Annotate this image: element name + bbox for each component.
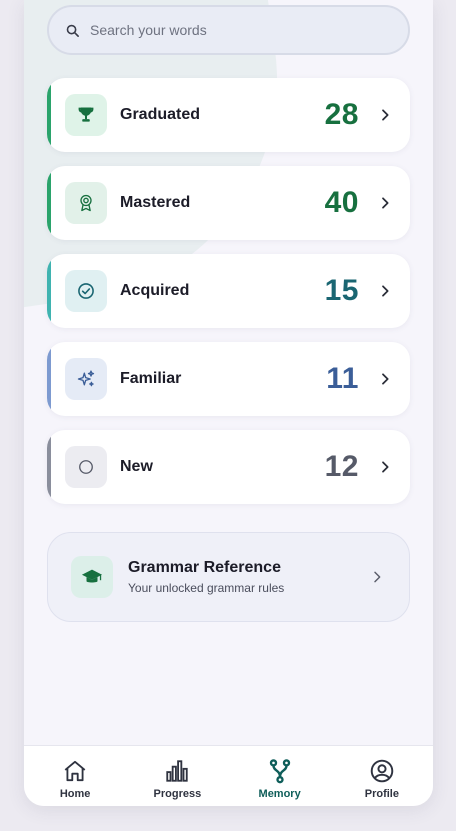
category-count: 11: [326, 362, 359, 395]
icon-box: [65, 182, 107, 224]
icon-box: [71, 556, 113, 598]
category-label: Acquired: [120, 282, 190, 299]
accent-bar: [47, 342, 51, 416]
accent-bar: [47, 254, 51, 328]
grammar-reference-card[interactable]: Grammar Reference Your unlocked grammar …: [47, 532, 410, 622]
accent-bar: [47, 166, 51, 240]
icon-box: [65, 446, 107, 488]
search-input[interactable]: [90, 22, 390, 38]
tab-label: Progress: [153, 788, 202, 800]
chevron-right-icon: [382, 373, 389, 385]
check-circle-icon: [78, 283, 94, 299]
icon-box: [65, 358, 107, 400]
category-card-graduated[interactable]: Graduated 28: [47, 78, 410, 152]
grammar-text: Grammar Reference Your unlocked grammar …: [128, 559, 369, 595]
trophy-icon: [78, 107, 94, 122]
bottom-nav: Home Progress Memory Profile: [24, 745, 433, 806]
accent-bar: [47, 430, 51, 504]
category-count: 15: [324, 274, 359, 307]
category-label: New: [120, 458, 153, 475]
sparkles-icon: [77, 370, 95, 387]
search-bar[interactable]: [47, 5, 410, 55]
category-card-familiar[interactable]: Familiar 11: [47, 342, 410, 416]
tab-memory[interactable]: Memory: [229, 746, 331, 806]
memory-branch-icon: [269, 759, 290, 784]
category-count: 40: [324, 186, 359, 219]
category-card-new[interactable]: New 12: [47, 430, 410, 504]
category-card-acquired[interactable]: Acquired 15: [47, 254, 410, 328]
category-count: 28: [324, 98, 359, 131]
chevron-right-icon: [382, 461, 389, 473]
category-card-mastered[interactable]: Mastered 40: [47, 166, 410, 240]
chevron-right-icon: [382, 285, 389, 297]
tab-label: Home: [59, 788, 91, 800]
accent-bar: [47, 78, 51, 152]
grammar-subtitle: Your unlocked grammar rules: [128, 581, 285, 595]
award-icon: [80, 194, 92, 212]
circle-icon: [79, 460, 93, 474]
category-label: Graduated: [120, 106, 201, 123]
icon-box: [65, 94, 107, 136]
chevron-right-icon: [382, 197, 389, 209]
tab-label: Memory: [258, 788, 301, 800]
tab-label: Profile: [364, 788, 399, 800]
tab-home[interactable]: Home: [24, 746, 126, 806]
bar-chart-icon: [166, 760, 189, 782]
icon-box: [65, 270, 107, 312]
category-label: Familiar: [120, 370, 182, 387]
chevron-right-icon: [382, 109, 389, 121]
tab-profile[interactable]: Profile: [331, 746, 433, 806]
chevron-right-icon: [374, 571, 381, 583]
graduation-cap-icon: [81, 569, 103, 583]
app-screen: Graduated 28 Mastered 40 Acquired 15 Fam…: [24, 0, 433, 806]
home-icon: [64, 760, 86, 782]
profile-icon: [370, 759, 394, 783]
search-icon: [66, 24, 79, 37]
category-label: Mastered: [120, 194, 191, 211]
category-count: 12: [324, 450, 359, 483]
grammar-title: Grammar Reference: [128, 559, 281, 576]
tab-progress[interactable]: Progress: [126, 746, 228, 806]
